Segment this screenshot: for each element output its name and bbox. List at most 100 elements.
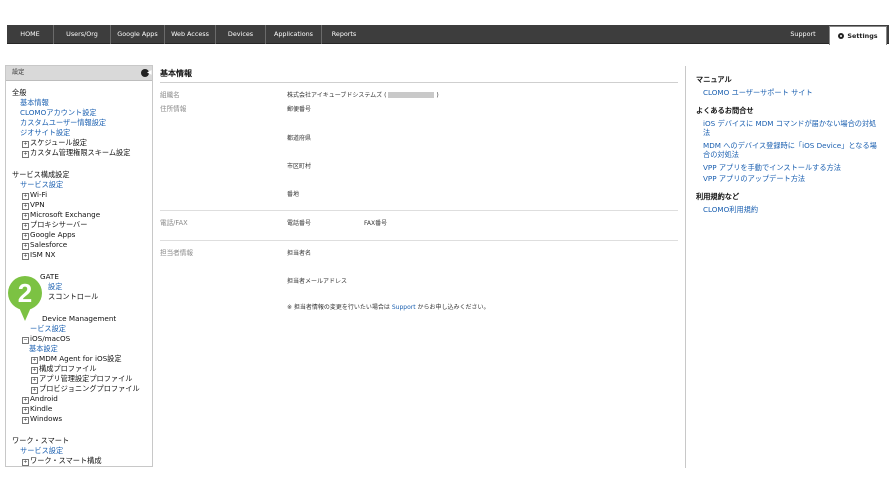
- tree-item-android[interactable]: + Android: [22, 394, 58, 404]
- fax-field: FAX番号: [364, 220, 388, 227]
- section-divider: [160, 210, 678, 211]
- street-field: 番地: [287, 191, 300, 198]
- address-label: 住所情報: [160, 105, 187, 113]
- tree-section-service-config: サービス構成設定: [12, 170, 70, 179]
- tree-link-ws-service-settings[interactable]: サービス設定: [20, 446, 63, 455]
- expand-plus-icon: +: [31, 377, 38, 384]
- tree-link-gate-settings[interactable]: 設定: [48, 282, 62, 291]
- org-name-label: 組織名: [160, 91, 180, 99]
- tree-link-geosite[interactable]: ジオサイト設定: [20, 128, 70, 137]
- nav-home[interactable]: HOME: [7, 25, 54, 44]
- tree-item-label: アプリ管理設定プロファイル: [39, 374, 133, 383]
- expand-plus-icon: +: [22, 141, 29, 148]
- main-content: 基本情報 組織名 株式会社アイキューブドシステムズ () 住所情報 郵便番号 都…: [160, 68, 678, 468]
- tree-item-access-control[interactable]: スコントロール: [48, 292, 98, 301]
- tree-item-google-apps[interactable]: + Google Apps: [22, 230, 75, 240]
- tree-item-label: Google Apps: [30, 230, 76, 239]
- tree-item-proxy[interactable]: + プロキシサーバー: [22, 220, 87, 230]
- tree-item-work-smart-config[interactable]: + ワーク・スマート構成: [22, 456, 102, 466]
- contact-email-field: 担当者メールアドレス: [287, 278, 348, 285]
- tree-item-wifi[interactable]: + Wi-Fi: [22, 190, 47, 200]
- tree-item-config-profile[interactable]: + 構成プロファイル: [31, 364, 97, 374]
- tree-item-kindle[interactable]: + Kindle: [22, 404, 52, 414]
- tree-link-clomo-account[interactable]: CLOMOアカウント設定: [20, 108, 97, 117]
- phone-fax-label: 電話/FAX: [160, 219, 188, 227]
- tree-item-schedule[interactable]: + スケジュール設定: [22, 138, 87, 148]
- expand-plus-icon: +: [22, 407, 29, 414]
- title-divider: [160, 82, 678, 83]
- tree-item-app-config-profile[interactable]: + アプリ管理設定プロファイル: [31, 374, 132, 384]
- tree-item-salesforce[interactable]: + Salesforce: [22, 240, 67, 250]
- faq-link-mdm-command[interactable]: iOS デバイスに MDM コマンドが届かない場合の対処法: [703, 119, 883, 137]
- nav-users-org[interactable]: Users/Org: [54, 25, 111, 44]
- tree-item-label: iOS/macOS: [30, 334, 71, 343]
- tree-item-label: Wi-Fi: [30, 190, 48, 199]
- top-navigation-bar: HOME Users/Org Google Apps Web Access De…: [7, 25, 889, 45]
- tree-item-label: Microsoft Exchange: [30, 210, 101, 219]
- prefecture-field: 都道府県: [287, 135, 312, 142]
- nav-support[interactable]: Support: [778, 25, 828, 44]
- expand-plus-icon: +: [22, 417, 29, 424]
- tree-item-label: ワーク・スマート構成: [30, 456, 102, 465]
- expand-plus-icon: +: [22, 203, 29, 210]
- expand-plus-icon: +: [31, 367, 38, 374]
- contact-name-field: 担当者名: [287, 250, 312, 257]
- tree-item-label: プロビジョニングプロファイル: [39, 384, 140, 393]
- nav-settings-tab[interactable]: Settings: [829, 26, 887, 45]
- tree-item-label: MDM Agent for iOS設定: [39, 354, 122, 363]
- page-title: 基本情報: [160, 69, 192, 78]
- contact-change-note: ※ 担当者情報の変更を行いたい場合は Support からお申し込みください。: [287, 302, 489, 311]
- tree-section-work-smart: ワーク・スマート: [12, 436, 70, 445]
- tree-link-service-settings[interactable]: サービス設定: [20, 180, 63, 189]
- faq-link-ios-device[interactable]: MDM へのデバイス登録時に「iOS Device」となる場合の対処法: [703, 141, 883, 159]
- expand-plus-icon: +: [22, 253, 29, 260]
- faq-heading: よくあるお問合せ: [696, 106, 754, 115]
- tree-item-exchange[interactable]: + Microsoft Exchange: [22, 210, 100, 220]
- nav-google-apps[interactable]: Google Apps: [111, 25, 165, 44]
- expand-plus-icon: +: [22, 243, 29, 250]
- support-link[interactable]: Support: [392, 304, 416, 311]
- phone-field: 電話番号: [287, 220, 312, 227]
- tree-item-vpn[interactable]: + VPN: [22, 200, 45, 210]
- tree-item-ios-macos[interactable]: − iOS/macOS: [22, 334, 70, 344]
- tree-item-provisioning-profile[interactable]: + プロビジョニングプロファイル: [31, 384, 140, 394]
- expand-plus-icon: +: [22, 193, 29, 200]
- nav-applications[interactable]: Applications: [266, 25, 322, 44]
- terms-link[interactable]: CLOMO利用規約: [703, 205, 883, 214]
- tree-link-custom-user-info[interactable]: カスタムユーザー情報設定: [20, 118, 106, 127]
- expand-plus-icon: +: [22, 151, 29, 158]
- manual-heading: マニュアル: [696, 75, 732, 84]
- expand-plus-icon: +: [22, 459, 29, 466]
- org-name-text: 株式会社アイキューブドシステムズ (: [287, 92, 387, 99]
- org-name-value: 株式会社アイキューブドシステムズ (): [287, 90, 439, 99]
- contact-label: 担当者情報: [160, 249, 193, 257]
- tree-item-mdm-agent[interactable]: + MDM Agent for iOS設定: [31, 354, 122, 364]
- nav-reports[interactable]: Reports: [322, 25, 366, 44]
- tree-item-windows[interactable]: + Windows: [22, 414, 62, 424]
- collapse-minus-icon: −: [22, 337, 29, 344]
- expand-plus-icon: +: [22, 223, 29, 230]
- nav-web-access[interactable]: Web Access: [165, 25, 216, 44]
- faq-link-vpp-update[interactable]: VPP アプリのアップデート方法: [703, 174, 883, 183]
- tree-item-ism-nx[interactable]: + ISM NX: [22, 250, 55, 260]
- nav-devices[interactable]: Devices: [216, 25, 266, 44]
- tree-item-label: Salesforce: [30, 240, 68, 249]
- tree-link-ios-basic-settings[interactable]: 基本設定: [29, 344, 58, 353]
- tree-section-device-management: Device Management: [42, 314, 117, 323]
- help-panel: マニュアル CLOMO ユーザーサポート サイト よくあるお問合せ iOS デバ…: [685, 66, 889, 468]
- settings-sidebar: 設定 ◀ 全般 基本情報 CLOMOアカウント設定 カスタムユーザー情報設定 ジ…: [5, 65, 153, 467]
- tree-link-basic-info[interactable]: 基本情報: [20, 98, 49, 107]
- expand-plus-icon: +: [22, 213, 29, 220]
- gear-icon: [838, 33, 845, 39]
- manual-link[interactable]: CLOMO ユーザーサポート サイト: [703, 88, 883, 97]
- tree-item-label: Windows: [30, 414, 63, 423]
- redacted-block: [388, 92, 435, 98]
- tree-link-dm-service-settings[interactable]: ービス設定: [30, 324, 66, 333]
- faq-link-vpp-install[interactable]: VPP アプリを手動でインストールする方法: [703, 163, 883, 172]
- org-name-suffix: ): [436, 92, 439, 99]
- note-text-end: からお申し込みください。: [415, 304, 490, 311]
- tree-section-gate: GATE: [40, 272, 59, 281]
- tree-item-custom-permission[interactable]: + カスタム管理権限スキーム設定: [22, 148, 130, 158]
- postal-code-field: 郵便番号: [287, 106, 312, 113]
- settings-tree: 全般 基本情報 CLOMOアカウント設定 カスタムユーザー情報設定 ジオサイト設…: [6, 66, 152, 466]
